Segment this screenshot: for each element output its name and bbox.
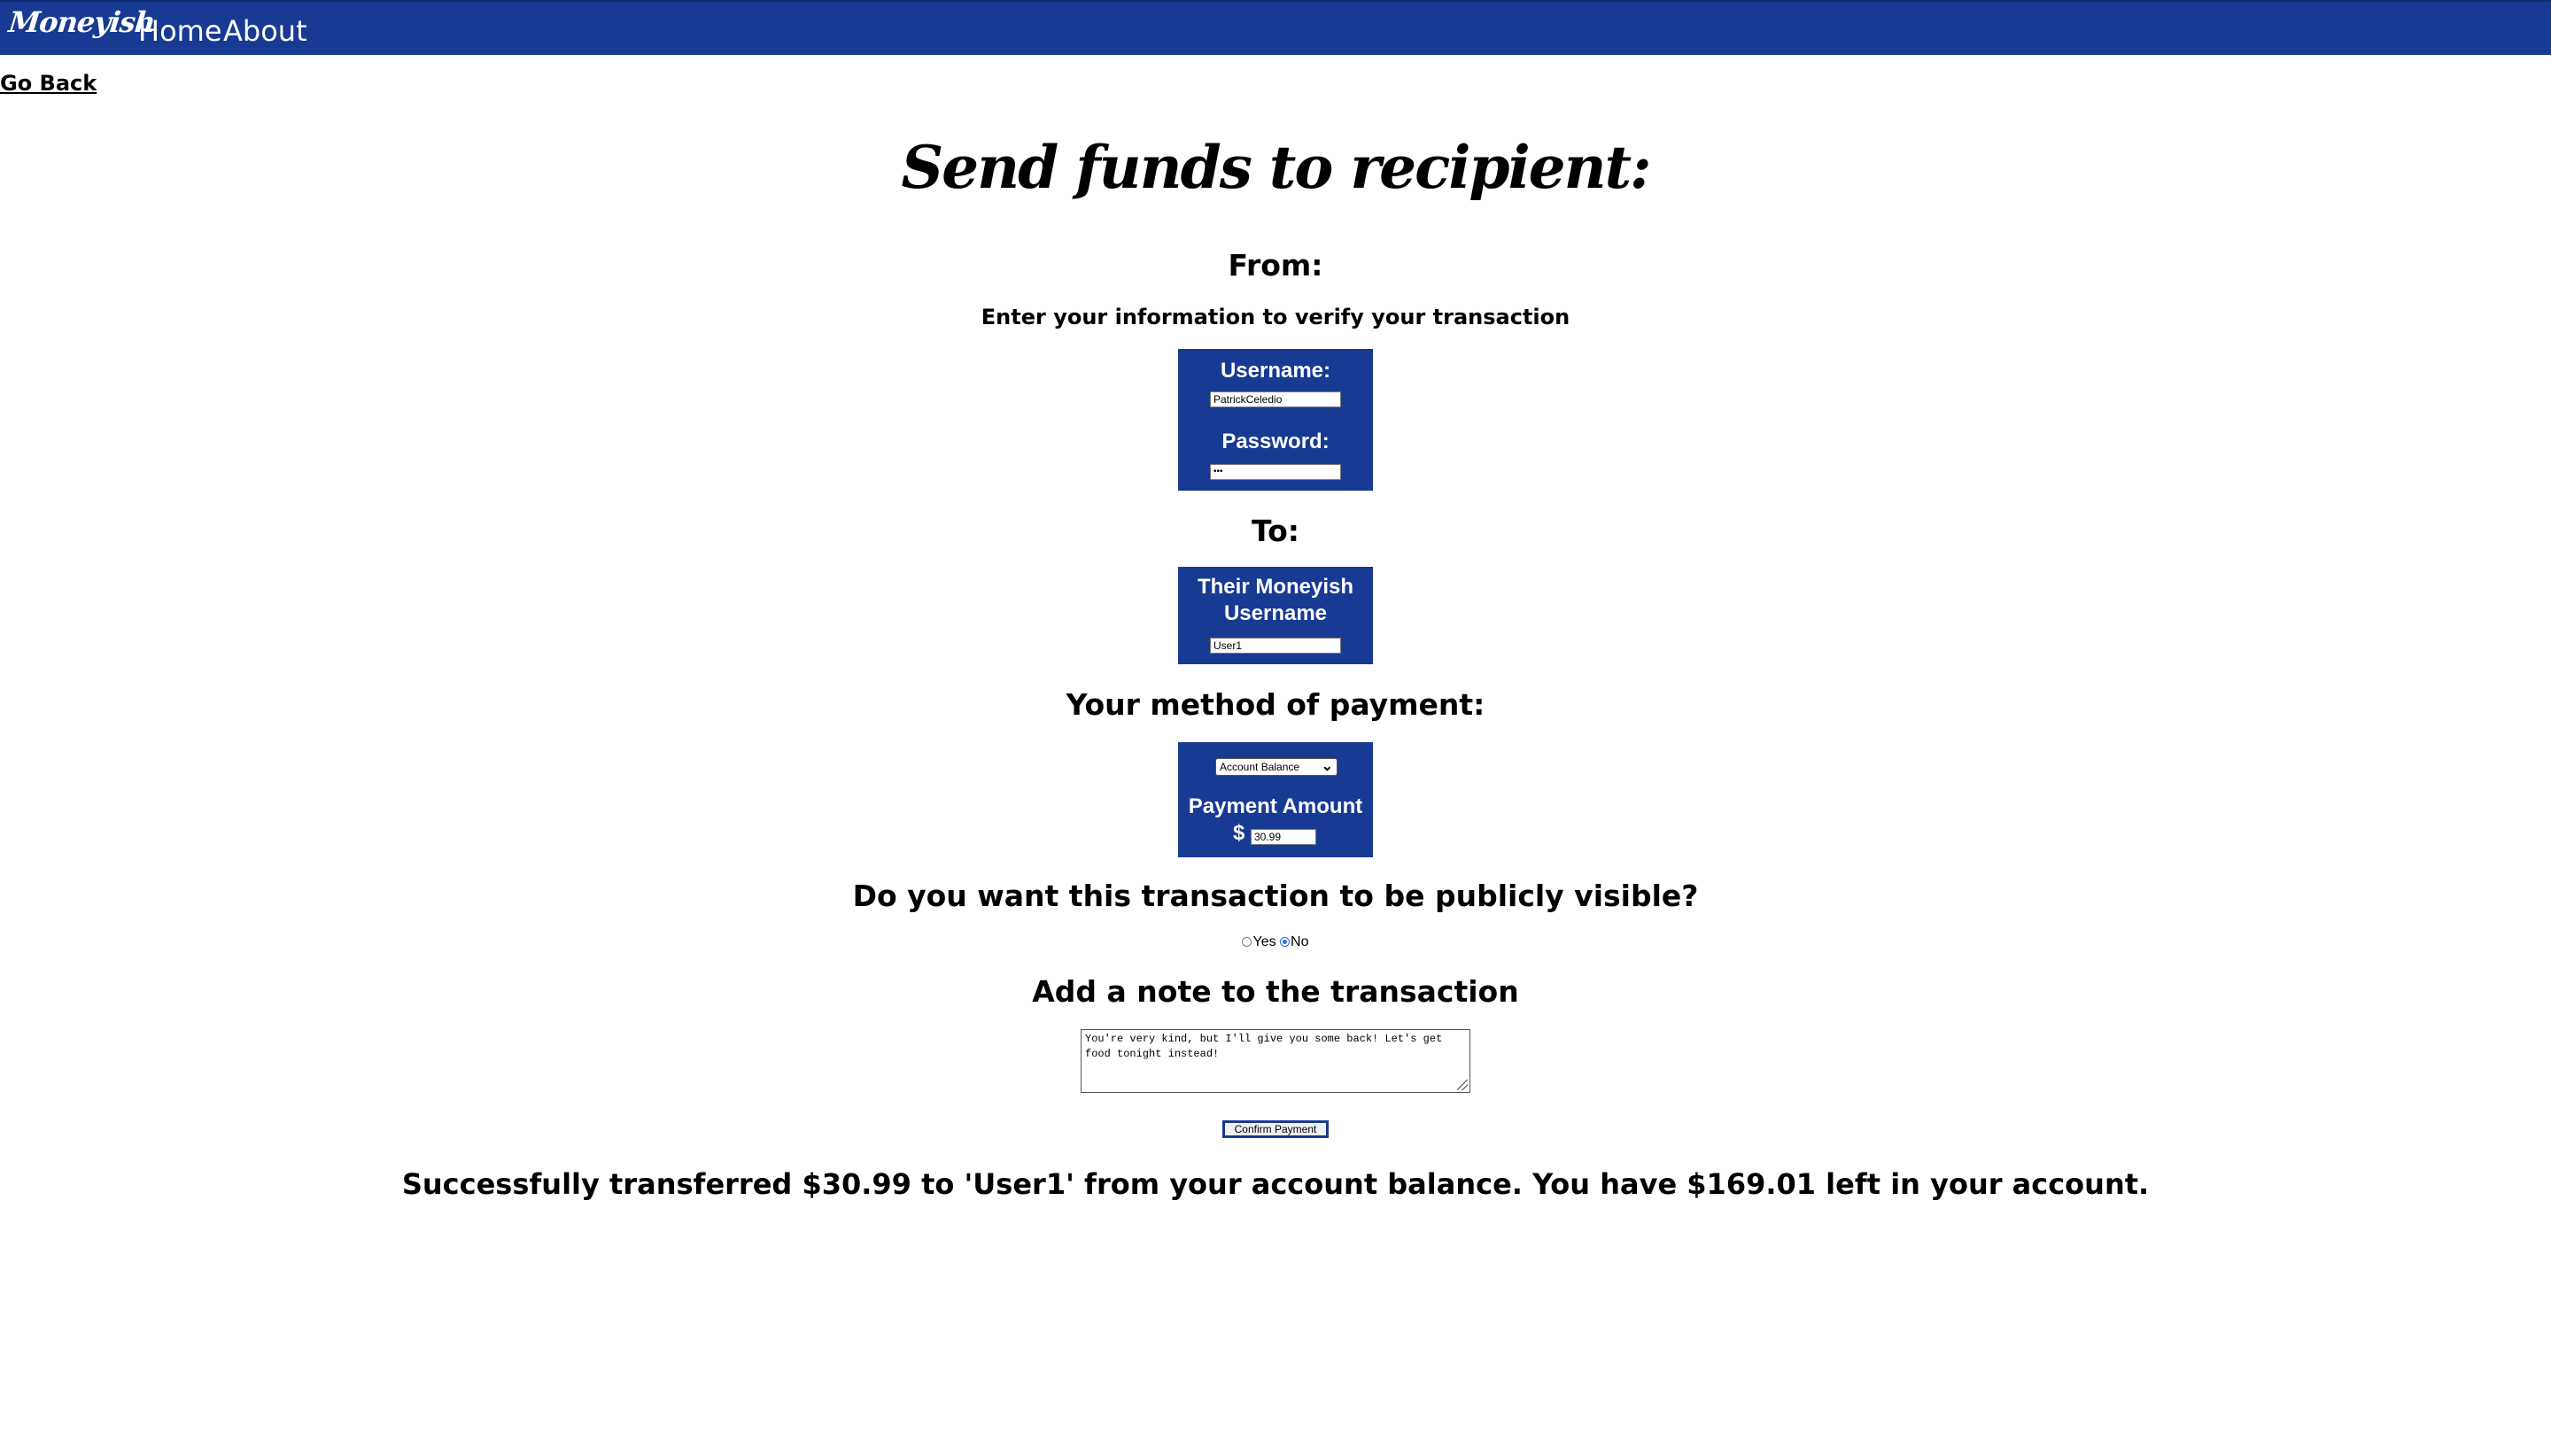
sender-credentials-box: Username: PatrickCeledio Password: •••	[1178, 349, 1373, 491]
payment-method-selected: Account Balance	[1220, 761, 1300, 773]
currency-symbol: $	[1233, 821, 1245, 845]
go-back-link[interactable]: Go Back	[0, 71, 97, 96]
visibility-no-label: No	[1291, 934, 1309, 949]
recipient-label-line2: Username	[1223, 601, 1328, 625]
note-heading: Add a note to the transaction	[1032, 974, 1519, 1009]
recipient-box: Their Moneyish Username User1	[1178, 567, 1373, 664]
confirm-payment-button[interactable]: Confirm Payment	[1222, 1120, 1329, 1138]
visibility-yes-radio[interactable]	[1242, 937, 1252, 947]
verify-instructions: Enter your information to verify your tr…	[981, 305, 1570, 329]
to-heading: To:	[1252, 514, 1299, 548]
payment-box: Account Balance ⌄ Payment Amount $ 30.99	[1178, 742, 1373, 857]
password-label: Password:	[1221, 430, 1330, 453]
brand-logo[interactable]: Moneyish	[7, 5, 156, 39]
resize-handle-icon[interactable]	[1457, 1080, 1468, 1090]
nav-home-link[interactable]: Home	[138, 14, 222, 48]
payment-method-heading: Your method of payment:	[1066, 687, 1485, 722]
note-text: You're very kind, but I'll give you some…	[1085, 1033, 1443, 1060]
top-navbar: Moneyish Home About	[0, 0, 2551, 55]
from-heading: From:	[1228, 248, 1323, 283]
nav-about-link[interactable]: About	[223, 14, 307, 48]
success-message: Successfully transferred $30.99 to 'User…	[401, 1167, 2150, 1201]
note-textarea[interactable]: You're very kind, but I'll give you some…	[1081, 1029, 1470, 1093]
visibility-yes-label: Yes	[1252, 934, 1276, 949]
payment-method-select[interactable]: Account Balance ⌄	[1215, 758, 1338, 776]
payment-amount-input[interactable]: 30.99	[1251, 829, 1316, 845]
chevron-down-icon: ⌄	[1321, 759, 1333, 774]
visibility-radio-group: Yes No	[0, 934, 2551, 950]
visibility-heading: Do you want this transaction to be publi…	[852, 879, 1699, 913]
username-input[interactable]: PatrickCeledio	[1210, 391, 1341, 407]
password-input[interactable]: •••	[1210, 464, 1341, 480]
recipient-label-line1: Their Moneyish	[1197, 575, 1354, 599]
username-label: Username:	[1220, 359, 1331, 383]
recipient-username-input[interactable]: User1	[1210, 638, 1341, 654]
page-title: Send funds to recipient:	[901, 133, 1652, 202]
payment-amount-label: Payment Amount	[1188, 794, 1363, 818]
visibility-no-radio[interactable]	[1280, 937, 1291, 947]
